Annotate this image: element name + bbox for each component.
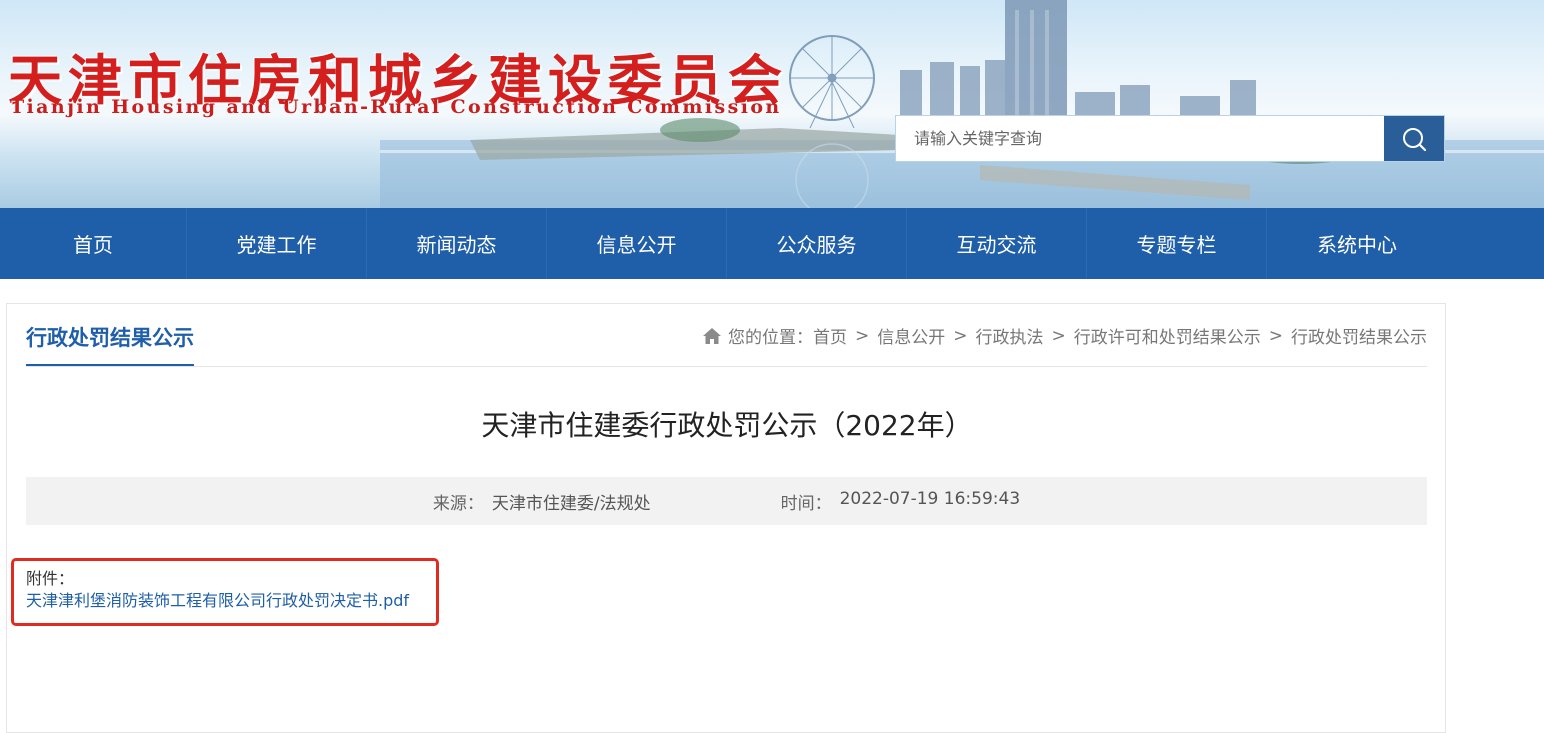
content-panel: 行政处罚结果公示 您的位置： 首页 > 信息公开 > 行政执法 > 行政许可和处… — [6, 303, 1446, 733]
breadcrumb-link-home[interactable]: 首页 — [813, 323, 847, 348]
breadcrumb-link-penalty-results[interactable]: 行政处罚结果公示 — [1291, 323, 1427, 348]
home-icon — [702, 327, 722, 345]
site-logo-english[interactable]: Tianjin Housing and Urban-Rural Construc… — [10, 96, 782, 118]
search-bar — [895, 115, 1445, 162]
nav-item-party-building[interactable]: 党建工作 — [187, 208, 367, 279]
attachment-highlight-box — [11, 558, 439, 626]
breadcrumb-prefix: 您的位置： — [728, 328, 813, 348]
divider — [26, 366, 1427, 367]
breadcrumb-link-law-enforcement[interactable]: 行政执法 — [976, 323, 1044, 348]
breadcrumb-separator: > — [1268, 325, 1283, 346]
search-button[interactable] — [1384, 116, 1444, 161]
main-nav: 首页 党建工作 新闻动态 信息公开 公众服务 互动交流 专题专栏 系统中心 — [0, 208, 1544, 279]
nav-item-info-disclosure[interactable]: 信息公开 — [547, 208, 727, 279]
nav-item-news[interactable]: 新闻动态 — [367, 208, 547, 279]
breadcrumb-link-info-disclosure[interactable]: 信息公开 — [877, 323, 945, 348]
time-label: 时间： — [780, 493, 832, 514]
nav-item-system-center[interactable]: 系统中心 — [1267, 208, 1447, 279]
breadcrumb-separator: > — [953, 325, 968, 346]
section-title: 行政处罚结果公示 — [26, 322, 194, 367]
source-label: 来源： — [432, 493, 484, 514]
breadcrumb-link-permit-penalty[interactable]: 行政许可和处罚结果公示 — [1074, 323, 1261, 348]
search-icon — [1403, 127, 1427, 151]
article-title: 天津市住建委行政处罚公示（2022年） — [481, 409, 973, 442]
nav-item-interaction[interactable]: 互动交流 — [907, 208, 1087, 279]
nav-item-public-services[interactable]: 公众服务 — [727, 208, 907, 279]
article-meta-bar: 来源： 天津市住建委/法规处 时间： 2022-07-19 16:59:43 — [26, 477, 1427, 525]
breadcrumb-separator: > — [1051, 325, 1066, 346]
nav-item-home[interactable]: 首页 — [0, 208, 187, 279]
article-time: 时间： 2022-07-19 16:59:43 — [781, 489, 1021, 514]
search-input[interactable] — [896, 116, 1384, 161]
time-value: 2022-07-19 16:59:43 — [839, 488, 1021, 509]
nav-item-special-topics[interactable]: 专题专栏 — [1087, 208, 1267, 279]
article-source: 来源： 天津市住建委/法规处 — [433, 489, 651, 514]
header-banner: 天津市住房和城乡建设委员会 Tianjin Housing and Urban-… — [0, 0, 1544, 208]
breadcrumb-separator: > — [855, 325, 870, 346]
source-value: 天津市住建委/法规处 — [491, 493, 651, 514]
breadcrumb: 您的位置： 首页 > 信息公开 > 行政执法 > 行政许可和处罚结果公示 > 行… — [702, 323, 1427, 348]
